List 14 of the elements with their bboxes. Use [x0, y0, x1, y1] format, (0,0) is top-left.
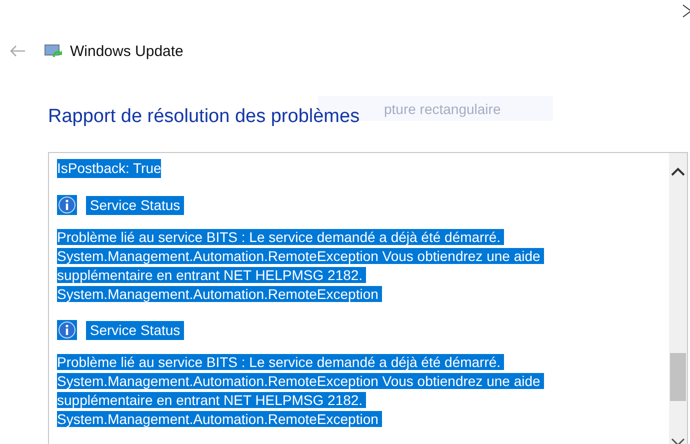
status-heading: Service Status — [86, 196, 184, 214]
window-title: Windows Update — [70, 42, 184, 60]
status-heading: Service Status — [86, 320, 184, 340]
tooltip-text: pture rectangulaire — [384, 100, 501, 116]
info-icon — [57, 320, 77, 340]
scroll-thumb[interactable] — [670, 353, 686, 401]
close-icon[interactable] — [682, 4, 690, 18]
info-icon — [57, 195, 77, 215]
scroll-down-icon[interactable] — [670, 437, 686, 444]
update-icon — [44, 43, 64, 59]
page-heading: Rapport de résolution des problèmes — [48, 106, 360, 128]
scrollbar[interactable] — [669, 153, 687, 444]
report-text: IsPostback: True — [57, 159, 162, 178]
scroll-up-icon[interactable] — [670, 167, 686, 177]
